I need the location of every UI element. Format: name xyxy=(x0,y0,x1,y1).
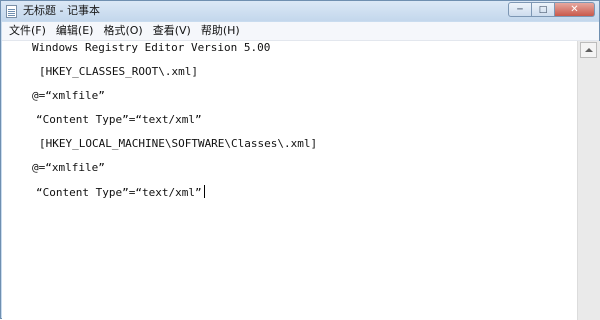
notepad-window: 无标题 - 记事本 ─ □ ✕ 文件(F) 编辑(E) 格式(O) 查看(V) … xyxy=(0,0,600,320)
menu-format[interactable]: 格式(O) xyxy=(98,23,147,39)
close-icon: ✕ xyxy=(570,3,579,15)
close-button[interactable]: ✕ xyxy=(555,2,595,17)
menu-edit[interactable]: 编辑(E) xyxy=(51,23,99,39)
title-bar[interactable]: 无标题 - 记事本 ─ □ ✕ xyxy=(1,1,599,21)
minimize-button[interactable]: ─ xyxy=(508,2,532,17)
scroll-up-arrow-icon[interactable] xyxy=(580,42,597,58)
maximize-button[interactable]: □ xyxy=(532,2,555,17)
menu-view[interactable]: 查看(V) xyxy=(148,23,196,39)
text-caret xyxy=(203,185,205,198)
menu-help[interactable]: 帮助(H) xyxy=(196,23,245,39)
window-title: 无标题 - 记事本 xyxy=(23,4,100,17)
editor-line: [HKEY_LOCAL_MACHINE\SOFTWARE\Classes\.xm… xyxy=(39,137,318,150)
editor-line: @=“xmlfile” xyxy=(32,89,105,102)
maximize-icon: □ xyxy=(538,4,548,15)
menu-file[interactable]: 文件(F) xyxy=(2,23,51,39)
editor-line: @=“xmlfile” xyxy=(32,161,105,174)
editor-line: [HKEY_CLASSES_ROOT\.xml] xyxy=(39,65,198,78)
minimize-icon: ─ xyxy=(517,4,523,15)
editor-line: Windows Registry Editor Version 5.00 xyxy=(32,41,271,54)
editor-line-text: “Content Type”=“text/xml” xyxy=(36,186,202,199)
menu-bar: 文件(F) 编辑(E) 格式(O) 查看(V) 帮助(H) xyxy=(2,22,599,41)
notepad-icon[interactable] xyxy=(6,5,17,18)
vertical-scrollbar[interactable] xyxy=(577,41,600,320)
text-editor[interactable]: Windows Registry Editor Version 5.00 [HK… xyxy=(2,41,577,320)
window-controls: ─ □ ✕ xyxy=(508,2,595,18)
editor-line: “Content Type”=“text/xml” xyxy=(36,113,202,126)
editor-line-with-caret: “Content Type”=“text/xml” xyxy=(36,185,205,200)
